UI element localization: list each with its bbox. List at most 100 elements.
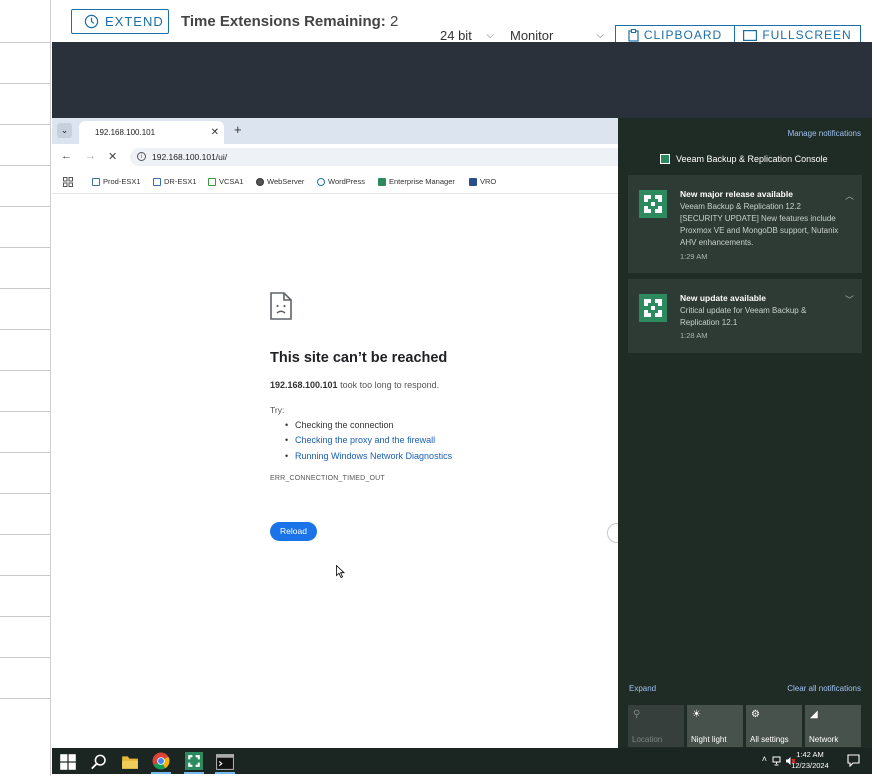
divider xyxy=(0,534,50,535)
divider xyxy=(0,411,50,412)
bookmark-item[interactable]: DR-ESX1 xyxy=(153,177,197,186)
divider xyxy=(0,83,50,84)
divider xyxy=(0,206,50,207)
tab-strip: ⌄ 192.168.100.101 ✕ + xyxy=(52,118,618,144)
extend-label: EXTEND xyxy=(105,14,164,29)
notification-title: New update available xyxy=(680,293,766,303)
clear-all-notifications-link[interactable]: Clear all notifications xyxy=(787,684,861,693)
chevron-up-icon[interactable]: ︿ xyxy=(845,189,854,202)
notification-body: Veeam Backup & Replication 12.2 [SECURIT… xyxy=(680,202,839,247)
divider xyxy=(0,452,50,453)
monitor-value: Monitor xyxy=(510,28,554,43)
back-icon[interactable]: ← xyxy=(61,150,72,162)
info-icon[interactable]: i xyxy=(137,152,146,161)
veeam-icon xyxy=(378,177,386,186)
reload-button[interactable]: Reload xyxy=(270,522,317,541)
notification-card[interactable]: New major release available Veeam Backup… xyxy=(628,175,862,273)
time-extensions-value: 2 xyxy=(389,13,399,30)
manage-notifications-link[interactable]: Manage notifications xyxy=(788,129,861,138)
network-tile[interactable]: ◢ Network xyxy=(805,705,861,747)
proxy-firewall-link[interactable]: Checking the proxy and the firewall xyxy=(285,435,435,445)
divider xyxy=(0,657,50,658)
chevron-down-icon[interactable]: ﹀ xyxy=(845,293,854,306)
browser-tab[interactable]: 192.168.100.101 ✕ xyxy=(79,121,224,144)
night-light-icon: ☀ xyxy=(692,709,701,720)
remote-desktop[interactable]: ⌄ 192.168.100.101 ✕ + ← → ✕ i 192.168.10… xyxy=(52,42,872,774)
sad-page-icon xyxy=(270,292,292,320)
bookmark-item[interactable]: Enterprise Manager xyxy=(378,177,455,186)
bookmark-label: VCSA1 xyxy=(219,177,244,186)
notification-center: Manage notifications Veeam Backup & Repl… xyxy=(618,118,872,748)
color-depth-value: 24 bit xyxy=(440,28,472,43)
notification-card[interactable]: New update available Critical update for… xyxy=(628,279,862,353)
divider xyxy=(0,493,50,494)
veeam-console-icon[interactable] xyxy=(185,752,203,770)
fullscreen-icon xyxy=(743,29,758,41)
esx-icon xyxy=(92,177,100,186)
wordpress-icon xyxy=(317,177,325,186)
veeam-logo-icon xyxy=(639,190,667,218)
app-group-header: Veeam Backup & Replication Console xyxy=(660,154,828,164)
bookmark-item[interactable]: Prod-ESX1 xyxy=(92,177,141,186)
stop-icon[interactable]: ✕ xyxy=(108,150,117,163)
tile-label: All settings xyxy=(750,735,789,744)
apps-icon[interactable] xyxy=(63,177,73,187)
bookmark-item[interactable]: VRO xyxy=(469,177,496,186)
fullscreen-label: FULLSCREEN xyxy=(762,28,852,42)
globe-icon xyxy=(256,177,264,186)
divider xyxy=(0,575,50,576)
active-indicator xyxy=(184,772,204,774)
divider xyxy=(0,616,50,617)
veeam-logo-icon xyxy=(639,294,667,322)
error-code: ERR_CONNECTION_TIMED_OUT xyxy=(270,475,385,482)
bookmark-label: Prod-ESX1 xyxy=(103,177,141,186)
night-light-tile[interactable]: ☀ Night light xyxy=(687,705,743,747)
close-icon[interactable]: ✕ xyxy=(211,121,219,144)
bookmark-item[interactable]: WebServer xyxy=(256,177,304,186)
bookmark-item[interactable]: WordPress xyxy=(317,177,365,186)
clipboard-label: CLIPBOARD xyxy=(643,28,723,42)
bookmark-label: DR-ESX1 xyxy=(164,177,197,186)
windows-start-icon[interactable] xyxy=(59,753,77,771)
left-panel xyxy=(0,0,51,776)
mouse-cursor-icon xyxy=(336,565,345,578)
tray-chevron-up-icon[interactable]: ˄ xyxy=(762,754,767,764)
file-explorer-icon[interactable] xyxy=(121,753,139,771)
taskbar-time[interactable]: 1:42 AM xyxy=(788,750,832,759)
new-tab-button[interactable]: + xyxy=(234,122,242,137)
all-settings-tile[interactable]: ⚙ All settings xyxy=(746,705,802,747)
search-icon[interactable] xyxy=(90,753,108,771)
bookmark-item[interactable]: VCSA1 xyxy=(208,177,244,186)
notification-body: Critical update for Veeam Backup & Repli… xyxy=(680,306,807,327)
settings-icon: ⚙ xyxy=(751,709,760,720)
error-description: 192.168.100.101 took too long to respond… xyxy=(270,380,439,390)
session-toolbar: EXTEND Time Extensions Remaining: 2 24 b… xyxy=(52,0,877,46)
notification-center-icon[interactable] xyxy=(847,754,860,767)
chrome-icon[interactable] xyxy=(152,752,170,770)
tile-label: Network xyxy=(809,735,839,744)
notification-title: New major release available xyxy=(680,189,793,199)
suggestion-item: Checking the connection xyxy=(285,420,394,430)
time-extensions: Time Extensions Remaining: 2 xyxy=(181,13,398,30)
expand-link[interactable]: Expand xyxy=(629,684,656,693)
location-tile[interactable]: ⚲ Location xyxy=(628,705,684,747)
taskbar-date[interactable]: 12/23/2024 xyxy=(788,761,832,770)
bookmark-label: WordPress xyxy=(328,177,365,186)
extend-button[interactable]: EXTEND xyxy=(71,9,169,34)
bookmark-label: VRO xyxy=(480,177,497,186)
network-tray-icon[interactable] xyxy=(772,756,783,766)
esx-icon xyxy=(153,177,161,186)
taskbar: ˄ 1:42 AM 12/23/2024 xyxy=(52,748,872,774)
terminal-icon[interactable] xyxy=(216,753,234,771)
divider xyxy=(0,124,50,125)
divider xyxy=(0,42,50,43)
network-diagnostics-link[interactable]: Running Windows Network Diagnostics xyxy=(285,451,452,461)
vro-icon xyxy=(469,177,477,186)
tab-search-button[interactable]: ⌄ xyxy=(57,123,72,138)
network-icon: ◢ xyxy=(810,709,818,720)
url-field[interactable]: i 192.168.100.101/ui/ xyxy=(130,148,618,166)
address-bar: ← → ✕ i 192.168.100.101/ui/ xyxy=(52,144,618,170)
forward-icon[interactable]: → xyxy=(85,150,96,162)
error-host: 192.168.100.101 xyxy=(270,380,338,390)
error-page: This site can’t be reached 192.168.100.1… xyxy=(270,292,610,592)
